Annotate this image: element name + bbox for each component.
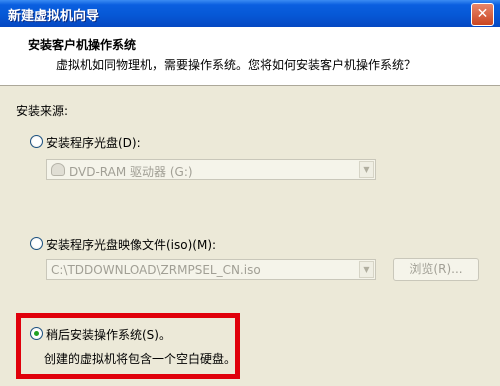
title-bar: 新建虚拟机向导 ✕ <box>0 0 500 27</box>
page-description: 虚拟机如同物理机，需要操作系统。您将如何安装客户机操作系统？ <box>56 58 417 72</box>
install-disc-label[interactable]: 安装程序光盘(D): <box>46 134 141 151</box>
close-button[interactable]: ✕ <box>471 3 494 26</box>
dvd-drive-icon <box>51 163 65 176</box>
chevron-down-icon: ▼ <box>359 161 374 178</box>
install-source-label: 安装来源: <box>16 104 69 118</box>
page-title: 安装客户机操作系统 <box>28 38 137 52</box>
close-icon: ✕ <box>476 6 489 22</box>
radio-install-later[interactable] <box>30 327 43 340</box>
radio-install-disc[interactable] <box>30 135 43 148</box>
iso-path-select: C:\TDDOWNLOAD\ZRMPSEL_CN.iso ▼ <box>46 259 376 280</box>
install-iso-label[interactable]: 安装程序光盘映像文件(iso)(M): <box>46 236 216 253</box>
browse-button: 浏览(R)... <box>393 258 479 281</box>
wizard-header: 安装客户机操作系统 虚拟机如同物理机，需要操作系统。您将如何安装客户机操作系统？ <box>0 27 500 86</box>
window-title: 新建虚拟机向导 <box>8 9 100 24</box>
install-later-description: 创建的虚拟机将包含一个空白硬盘。 <box>44 352 237 366</box>
disc-drive-select: DVD-RAM 驱动器 (G:) ▼ <box>46 159 376 180</box>
iso-path-value: C:\TDDOWNLOAD\ZRMPSEL_CN.iso <box>51 263 261 277</box>
highlight-box <box>16 313 240 379</box>
chevron-down-icon: ▼ <box>359 261 374 278</box>
radio-install-iso[interactable] <box>30 237 43 250</box>
disc-drive-value: DVD-RAM 驱动器 (G:) <box>69 165 193 179</box>
install-later-label[interactable]: 稍后安装操作系统(S)。 <box>46 326 171 343</box>
